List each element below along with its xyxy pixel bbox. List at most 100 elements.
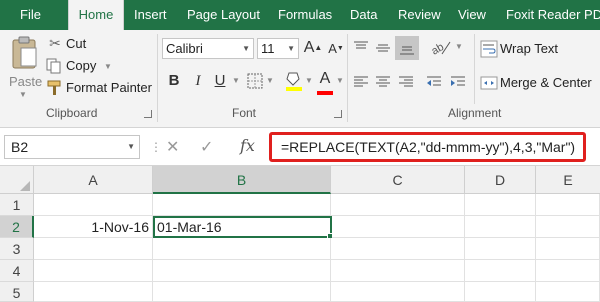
align-left-icon[interactable] xyxy=(352,74,370,90)
align-bottom-button[interactable] xyxy=(395,36,419,60)
tab-view[interactable]: View xyxy=(458,0,486,30)
group-divider xyxy=(347,34,348,122)
underline-button[interactable]: U xyxy=(210,70,230,92)
tab-formulas[interactable]: Formulas xyxy=(278,0,332,30)
font-dialog-launcher-icon[interactable] xyxy=(334,110,342,118)
format-painter-button[interactable]: Format Painter xyxy=(46,78,156,98)
merge-center-button[interactable]: Merge & Center xyxy=(478,72,600,94)
row-header-3[interactable]: 3 xyxy=(0,238,34,260)
row-header-2[interactable]: 2 xyxy=(0,216,34,238)
font-color-swatch xyxy=(317,91,333,95)
align-middle-icon[interactable] xyxy=(374,40,392,56)
ribbon: Paste ▼ ✂ Cut Copy ▼ Format Painter Clip… xyxy=(0,30,600,128)
column-header-a[interactable]: A xyxy=(34,166,153,194)
cell-c4[interactable] xyxy=(331,260,465,282)
ribbon-tab-bar: File Home Insert Page Layout Formulas Da… xyxy=(0,0,600,30)
tab-foxit-reader[interactable]: Foxit Reader PD xyxy=(506,0,600,30)
font-color-icon[interactable]: A xyxy=(316,68,334,90)
cell-e4[interactable] xyxy=(536,260,600,282)
italic-button[interactable]: I xyxy=(188,70,208,92)
chevron-down-icon: ▼ xyxy=(127,142,135,151)
copy-icon xyxy=(46,58,62,74)
enter-icon[interactable]: ✓ xyxy=(200,137,213,157)
cell-a3[interactable] xyxy=(34,238,153,260)
merge-center-label: Merge & Center xyxy=(500,75,592,90)
paste-icon xyxy=(10,36,38,70)
increase-font-size-icon[interactable]: A▲ xyxy=(303,37,323,59)
cell-a2[interactable]: 1-Nov-16 xyxy=(34,216,153,238)
cell-b3[interactable] xyxy=(153,238,331,260)
column-header-row: A B C D E xyxy=(0,166,600,194)
font-name-select[interactable]: Calibri ▼ xyxy=(162,38,254,59)
cell-b2[interactable]: 01-Mar-16 xyxy=(153,216,332,238)
cell-c1[interactable] xyxy=(331,194,465,216)
formula-bar-grip-icon[interactable]: ⋮ xyxy=(150,140,162,154)
cell-b4[interactable] xyxy=(153,260,331,282)
tab-home[interactable]: Home xyxy=(68,0,124,30)
copy-button[interactable]: Copy ▼ xyxy=(46,56,121,76)
chevron-down-icon[interactable]: ▼ xyxy=(455,42,463,51)
align-center-icon[interactable] xyxy=(374,74,392,90)
column-header-e[interactable]: E xyxy=(536,166,600,194)
align-top-icon[interactable] xyxy=(352,40,370,56)
chevron-down-icon[interactable]: ▼ xyxy=(232,76,240,85)
align-right-icon[interactable] xyxy=(397,74,415,90)
font-size-value: 11 xyxy=(261,41,275,56)
clipboard-dialog-launcher-icon[interactable] xyxy=(144,110,152,118)
cell-d2[interactable] xyxy=(465,216,536,238)
tab-review[interactable]: Review xyxy=(398,0,441,30)
cell-c3[interactable] xyxy=(331,238,465,260)
wrap-text-button[interactable]: Wrap Text xyxy=(478,38,578,60)
increase-indent-icon[interactable] xyxy=(449,74,467,90)
font-size-select[interactable]: 11 ▼ xyxy=(257,38,299,59)
tab-page-layout[interactable]: Page Layout xyxy=(187,0,260,30)
cell-c2[interactable] xyxy=(332,216,465,238)
cell-c5[interactable] xyxy=(331,282,465,302)
chevron-down-icon[interactable]: ▼ xyxy=(266,76,274,85)
column-header-d[interactable]: D xyxy=(465,166,536,194)
borders-icon[interactable] xyxy=(247,73,263,89)
alignment-group-label: Alignment xyxy=(448,106,502,120)
column-header-c[interactable]: C xyxy=(331,166,465,194)
name-box[interactable]: B2 ▼ xyxy=(4,135,140,159)
orientation-icon[interactable]: ab xyxy=(430,38,452,56)
cut-button[interactable]: ✂ Cut xyxy=(46,34,106,54)
wrap-text-icon xyxy=(480,40,498,58)
cell-d1[interactable] xyxy=(465,194,536,216)
insert-function-icon[interactable]: fx xyxy=(240,136,255,155)
cell-a4[interactable] xyxy=(34,260,153,282)
fill-color-icon[interactable] xyxy=(285,70,303,92)
cancel-icon[interactable]: ✕ xyxy=(166,137,179,157)
tab-file[interactable]: File xyxy=(20,0,41,30)
format-painter-label: Format Painter xyxy=(66,80,152,95)
chevron-down-icon[interactable]: ▼ xyxy=(305,76,313,85)
cell-d4[interactable] xyxy=(465,260,536,282)
tab-insert[interactable]: Insert xyxy=(134,0,167,30)
bold-button[interactable]: B xyxy=(164,70,184,92)
row-header-5[interactable]: 5 xyxy=(0,282,34,302)
column-header-b[interactable]: B xyxy=(153,166,331,194)
cell-b1[interactable] xyxy=(153,194,331,216)
select-all-button[interactable] xyxy=(0,166,34,194)
chevron-down-icon[interactable]: ▼ xyxy=(104,62,112,71)
cell-e5[interactable] xyxy=(536,282,600,302)
row-header-4[interactable]: 4 xyxy=(0,260,34,282)
cell-b5[interactable] xyxy=(153,282,331,302)
paste-button[interactable]: Paste ▼ xyxy=(4,34,44,104)
cell-d5[interactable] xyxy=(465,282,536,302)
group-divider xyxy=(157,34,158,122)
decrease-font-size-icon[interactable]: A▼ xyxy=(326,38,346,60)
row-header-1[interactable]: 1 xyxy=(0,194,34,216)
tab-data[interactable]: Data xyxy=(350,0,377,30)
cell-e2[interactable] xyxy=(536,216,600,238)
copy-label: Copy xyxy=(66,58,97,73)
chevron-down-icon[interactable]: ▼ xyxy=(336,76,344,85)
decrease-indent-icon[interactable] xyxy=(425,74,443,90)
cell-e3[interactable] xyxy=(536,238,600,260)
cell-a5[interactable] xyxy=(34,282,153,302)
formula-input[interactable]: =REPLACE(TEXT(A2,"dd-mmm-yy"),4,3,"Mar") xyxy=(269,132,586,162)
cell-d3[interactable] xyxy=(465,238,536,260)
cell-a1[interactable] xyxy=(34,194,153,216)
cell-e1[interactable] xyxy=(536,194,600,216)
formula-bar: B2 ▼ ⋮ ✕ ✓ fx =REPLACE(TEXT(A2,"dd-mmm-y… xyxy=(0,128,600,166)
